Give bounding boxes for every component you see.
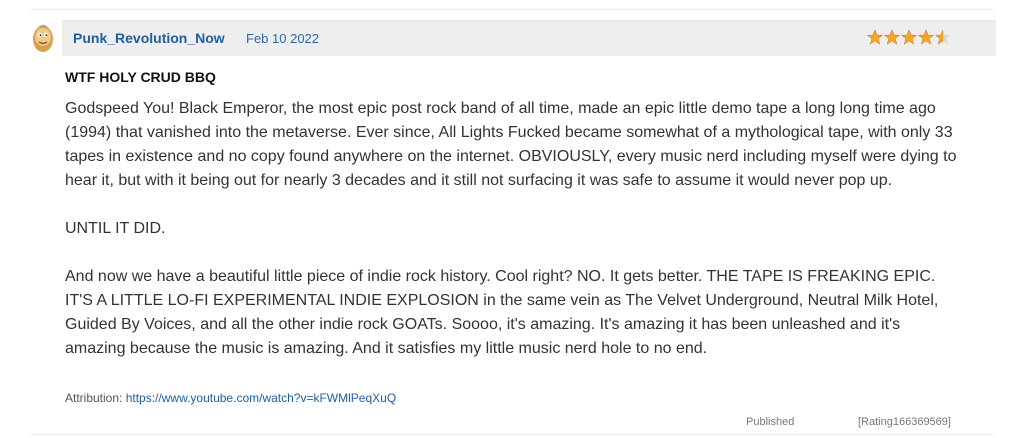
review-date: Feb 10 2022: [246, 31, 320, 46]
review-paragraph: Godspeed You! Black Emperor, the most ep…: [65, 100, 961, 189]
review-paragraph: ​: [65, 193, 965, 217]
star-icon: [918, 29, 934, 45]
star-icon: [867, 29, 883, 45]
status-badge: Published: [746, 416, 795, 428]
star-rating: [867, 29, 951, 45]
attribution: Attribution: https://www.youtube.com/wat…: [65, 391, 396, 405]
attribution-label: Attribution:: [65, 391, 123, 405]
review-title: WTF HOLY CRUD BBQ: [65, 69, 216, 85]
star-icon: [901, 29, 917, 45]
review-header: Punk_Revolution_Now Feb 10 2022: [62, 20, 996, 56]
review-paragraph: ​: [65, 241, 965, 265]
username-link[interactable]: Punk_Revolution_Now: [73, 30, 225, 46]
top-divider: [30, 9, 994, 10]
bottom-divider: [30, 434, 994, 435]
star-icon: [935, 29, 951, 45]
review-body: Godspeed You! Black Emperor, the most ep…: [65, 97, 965, 361]
star-icon: [884, 29, 900, 45]
rating-id: [Rating166369569]: [858, 416, 951, 428]
avatar[interactable]: [30, 22, 56, 54]
attribution-link[interactable]: https://www.youtube.com/watch?v=kFWMlPeq…: [126, 391, 396, 405]
review-paragraph: UNTIL IT DID.: [65, 220, 166, 237]
review-paragraph: And now we have a beautiful little piece…: [65, 268, 943, 357]
